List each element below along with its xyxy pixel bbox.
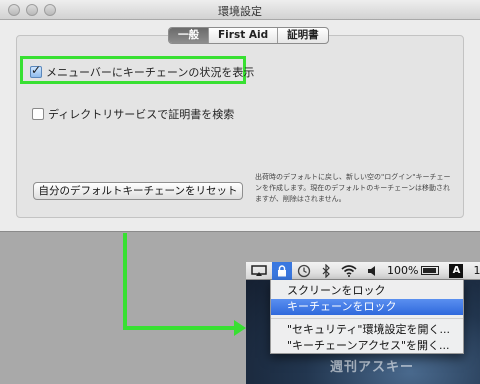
airplay-icon[interactable] xyxy=(246,262,272,280)
bluetooth-icon[interactable] xyxy=(316,262,336,280)
show-status-menu-label: メニューバーにキーチェーンの状況を表示 xyxy=(46,66,255,79)
annotation-arrow-vertical xyxy=(123,233,127,330)
keychain-lock-icon[interactable] xyxy=(272,261,292,280)
volume-icon[interactable] xyxy=(362,262,382,280)
tab-certificates[interactable]: 証明書 xyxy=(278,28,328,43)
lock-keychain-item[interactable]: キーチェーンをロック xyxy=(271,299,463,315)
time-machine-icon[interactable] xyxy=(292,262,316,280)
battery-icon xyxy=(421,266,440,275)
reset-description: 出荷時のデフォルトに戻し、新しい空の"ログイン"キーチェーンを作成します。現在の… xyxy=(255,173,451,203)
tab-first-aid[interactable]: First Aid xyxy=(209,28,279,43)
wifi-icon[interactable] xyxy=(336,262,362,280)
tab-general[interactable]: 一般 xyxy=(169,28,209,43)
keychain-status-menu: スクリーンをロック キーチェーンをロック "セキュリティ"環境設定を開く... … xyxy=(270,280,464,354)
search-directory-label: ディレクトリサービスで証明書を検索 xyxy=(48,108,235,121)
menu-separator xyxy=(271,318,463,319)
search-directory-checkbox[interactable] xyxy=(32,108,44,120)
lock-screen-item[interactable]: スクリーンをロック xyxy=(271,283,463,299)
annotation-arrow-horizontal xyxy=(123,326,235,330)
input-source-icon: A xyxy=(449,263,464,278)
open-security-prefs-item[interactable]: "セキュリティ"環境設定を開く... xyxy=(271,322,463,338)
menu-bar: 100% A 10 xyxy=(246,261,480,280)
preferences-window: 環境設定 一般 First Aid 証明書 メニューバーにキーチェーンの状況を表… xyxy=(0,0,480,232)
battery-percent: 100% xyxy=(387,264,419,277)
open-keychain-access-item[interactable]: "キーチェーンアクセス"を開く... xyxy=(271,338,463,354)
menu-clock[interactable]: 10 xyxy=(468,262,480,280)
tab-bar: 一般 First Aid 証明書 xyxy=(168,27,329,44)
show-status-menu-option[interactable]: メニューバーにキーチェーンの状況を表示 xyxy=(30,63,255,80)
battery-indicator[interactable]: 100% xyxy=(382,262,444,280)
show-status-menu-checkbox[interactable] xyxy=(30,63,42,78)
watermark-logo: 週刊アスキー xyxy=(330,360,415,375)
title-bar: 環境設定 xyxy=(0,0,480,20)
search-directory-option[interactable]: ディレクトリサービスで証明書を検索 xyxy=(32,106,234,122)
input-source-menu[interactable]: A xyxy=(444,262,468,280)
window-title: 環境設定 xyxy=(218,5,262,18)
annotation-arrow-head xyxy=(234,320,246,336)
reset-default-keychain-button[interactable]: 自分のデフォルトキーチェーンをリセット xyxy=(33,182,243,200)
